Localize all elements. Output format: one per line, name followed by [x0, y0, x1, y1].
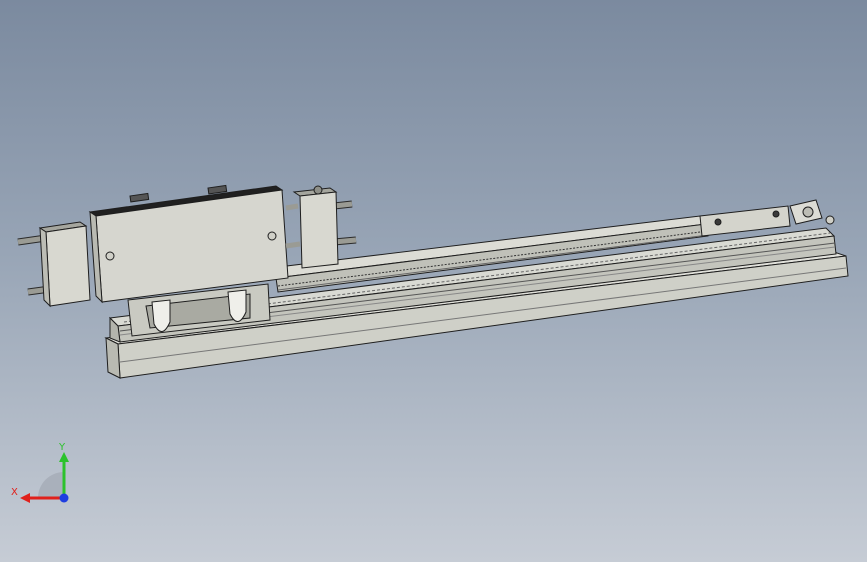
- triad-plane-icon: [38, 472, 64, 498]
- cylinder-body[interactable]: [88, 184, 289, 304]
- 3d-model-view[interactable]: [0, 0, 867, 562]
- x-axis-label: X: [11, 487, 18, 498]
- coordinate-triad: Y X: [11, 442, 69, 503]
- end-cap-left[interactable]: [17, 221, 91, 308]
- y-axis-label: Y: [58, 442, 66, 453]
- graphics-viewport[interactable]: Y X: [0, 0, 867, 562]
- end-cap-right[interactable]: [285, 185, 357, 269]
- z-axis-dot-icon: [59, 493, 69, 503]
